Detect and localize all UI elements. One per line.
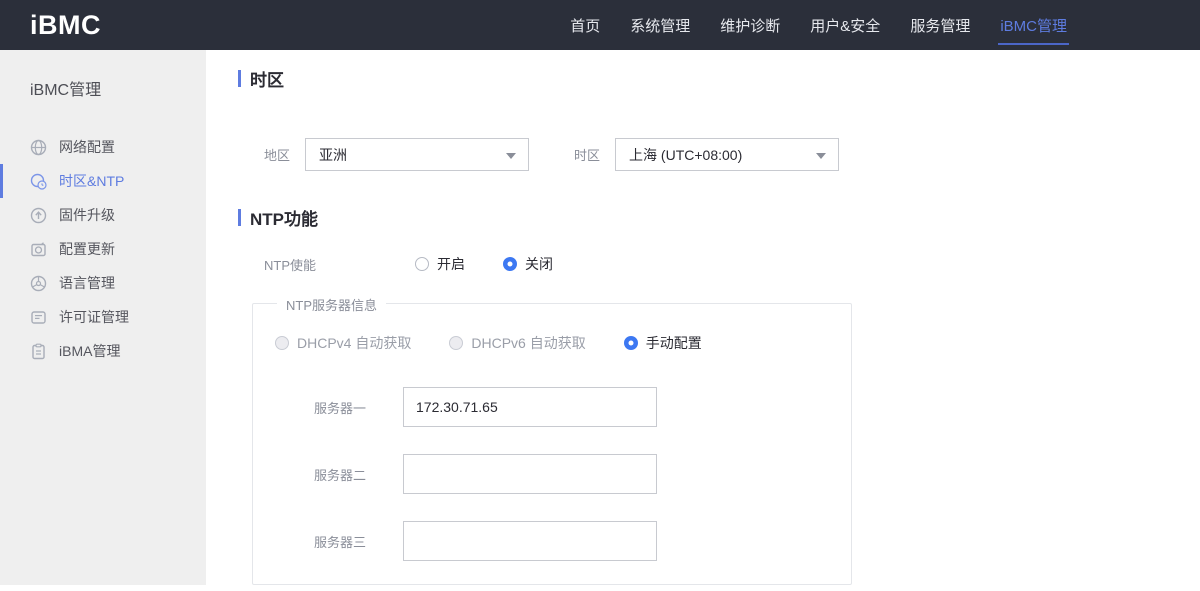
timezone-clock-icon <box>30 173 47 190</box>
sidebar-item-label: 许可证管理 <box>59 309 129 325</box>
sidebar-item-firmware-upgrade[interactable]: 固件升级 <box>0 198 206 232</box>
timezone-section-title: 时区 <box>250 71 284 90</box>
server-two-row: 服务器二 <box>314 454 851 494</box>
dhcpv6-auto-radio[interactable]: DHCPv6 自动获取 <box>449 333 586 353</box>
manual-config-label: 手动配置 <box>645 335 702 351</box>
firmware-upgrade-icon <box>30 207 47 224</box>
timezone-label: 时区 <box>574 148 601 163</box>
sidebar-menu: 网络配置 时区&NTP 固件升级 配置更新 语言管理 许可证管理 iBMA管理 <box>0 130 206 368</box>
license-icon <box>30 309 47 326</box>
server-three-row: 服务器三 <box>314 521 851 561</box>
network-globe-icon <box>30 139 47 156</box>
ntp-enable-off-radio[interactable]: 关闭 <box>503 254 553 274</box>
radio-unselected-icon <box>415 257 429 271</box>
sidebar-item-label: 网络配置 <box>59 139 115 155</box>
region-select[interactable]: 亚洲 <box>305 138 530 171</box>
ntp-section-title: NTP功能 <box>250 210 318 229</box>
region-select-value: 亚洲 <box>319 146 348 163</box>
sidebar-item-label: 固件升级 <box>59 207 115 223</box>
sidebar-item-language[interactable]: 语言管理 <box>0 266 206 300</box>
sidebar-item-timezone-ntp[interactable]: 时区&NTP <box>0 164 206 198</box>
nav-item-home[interactable]: 首页 <box>555 0 615 50</box>
ntp-enable-on-radio[interactable]: 开启 <box>415 254 465 274</box>
bottom-strip <box>0 585 1200 591</box>
nav-item-system[interactable]: 系统管理 <box>615 0 705 50</box>
nav-item-maintenance[interactable]: 维护诊断 <box>705 0 795 50</box>
radio-disabled-icon <box>275 336 289 350</box>
app-body: iBMC管理 网络配置 时区&NTP 固件升级 配置更新 语言管理 许可证管理 … <box>0 50 1200 591</box>
ntp-server-group: NTP服务器信息 DHCPv4 自动获取 DHCPv6 自动获取 手动配置 服务… <box>252 295 852 585</box>
dhcpv6-auto-label: DHCPv6 自动获取 <box>471 335 586 351</box>
top-navbar: iBMC 首页 系统管理 维护诊断 用户&安全 服务管理 iBMC管理 <box>0 0 1200 50</box>
server-one-input[interactable] <box>403 387 657 427</box>
server-three-input[interactable] <box>403 521 657 561</box>
timezone-select[interactable]: 上海 (UTC+08:00) <box>615 138 840 171</box>
sidebar-title: iBMC管理 <box>30 82 102 99</box>
timezone-form-row: 地区 亚洲 时区 上海 (UTC+08:00) <box>264 138 1200 171</box>
main-content: 时区 地区 亚洲 时区 上海 (UTC+08:00) NTP功能 NTP使能 开… <box>206 50 1200 585</box>
ntp-enable-row: NTP使能 开启 关闭 <box>264 254 1200 274</box>
nav-item-user-security[interactable]: 用户&安全 <box>795 0 895 50</box>
sidebar: iBMC管理 网络配置 时区&NTP 固件升级 配置更新 语言管理 许可证管理 … <box>0 50 206 585</box>
nav-item-services[interactable]: 服务管理 <box>895 0 985 50</box>
ntp-enable-on-label: 开启 <box>437 256 465 272</box>
ntp-enable-label: NTP使能 <box>264 257 317 273</box>
server-two-label: 服务器二 <box>314 467 367 483</box>
sidebar-item-label: 时区&NTP <box>59 173 125 189</box>
timezone-section-header: 时区 <box>238 66 1200 91</box>
ibmc-logo: iBMC <box>30 10 101 40</box>
manual-config-radio[interactable]: 手动配置 <box>623 333 702 353</box>
radio-disabled-icon <box>449 336 464 350</box>
server-one-row: 服务器一 <box>314 387 851 427</box>
server-two-input[interactable] <box>403 454 657 494</box>
sidebar-item-network-config[interactable]: 网络配置 <box>0 130 206 164</box>
sidebar-item-license[interactable]: 许可证管理 <box>0 300 206 334</box>
sidebar-item-config-update[interactable]: 配置更新 <box>0 232 206 266</box>
server-one-label: 服务器一 <box>314 400 367 416</box>
timezone-select-value: 上海 (UTC+08:00) <box>629 146 743 163</box>
section-accent-bar <box>238 209 241 226</box>
radio-selected-icon <box>503 257 517 271</box>
region-label: 地区 <box>264 148 291 163</box>
nav-item-ibmc-management[interactable]: iBMC管理 <box>985 0 1082 50</box>
dhcpv4-auto-radio[interactable]: DHCPv4 自动获取 <box>275 333 411 353</box>
ntp-server-group-legend: NTP服务器信息 <box>277 295 387 314</box>
radio-selected-icon <box>623 336 638 350</box>
config-update-icon <box>30 241 47 258</box>
server-three-label: 服务器三 <box>314 534 367 550</box>
timezone-section: 时区 地区 亚洲 时区 上海 (UTC+08:00) <box>238 66 1200 171</box>
ibma-clipboard-icon <box>30 343 47 360</box>
dhcpv4-auto-label: DHCPv4 自动获取 <box>297 335 412 351</box>
sidebar-item-ibma[interactable]: iBMA管理 <box>0 334 206 368</box>
sidebar-item-label: 配置更新 <box>59 241 115 257</box>
chevron-down-icon <box>506 153 517 159</box>
ntp-server-mode-row: DHCPv4 自动获取 DHCPv6 自动获取 手动配置 <box>275 333 851 353</box>
language-icon <box>30 275 47 292</box>
ntp-enable-off-label: 关闭 <box>525 256 553 272</box>
sidebar-item-label: 语言管理 <box>59 275 115 291</box>
sidebar-item-label: iBMA管理 <box>59 343 121 359</box>
ntp-section: NTP功能 NTP使能 开启 关闭 NTP服务器信息 DHCPv4 自动获取 D… <box>238 205 1200 585</box>
ntp-section-header: NTP功能 <box>238 205 1200 230</box>
top-nav-menu: 首页 系统管理 维护诊断 用户&安全 服务管理 iBMC管理 <box>555 0 1082 50</box>
section-accent-bar <box>238 70 241 87</box>
chevron-down-icon <box>816 153 827 159</box>
